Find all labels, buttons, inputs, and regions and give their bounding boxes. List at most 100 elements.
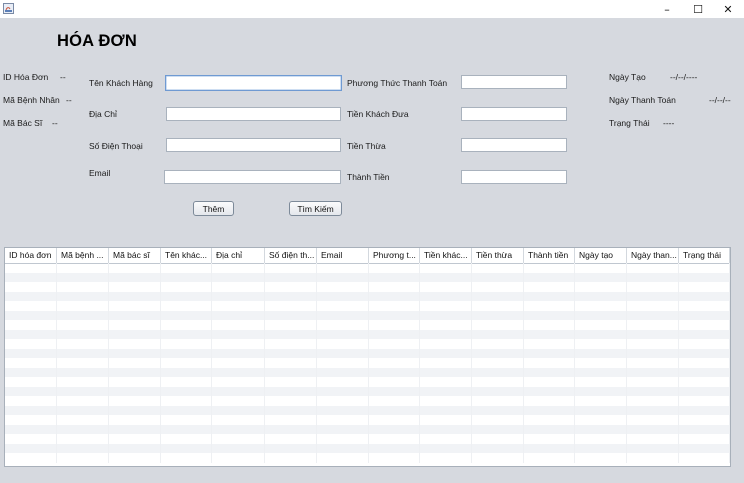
table-cell[interactable] (109, 377, 161, 387)
table-row[interactable] (5, 358, 730, 368)
table-cell[interactable] (472, 272, 524, 282)
table-cell[interactable] (627, 272, 679, 282)
table-cell[interactable] (265, 443, 317, 453)
column-header[interactable]: Mã bệnh ... (57, 248, 109, 263)
table-cell[interactable] (575, 339, 627, 349)
table-cell[interactable] (627, 291, 679, 301)
table-cell[interactable] (161, 272, 212, 282)
table-cell[interactable] (212, 320, 265, 330)
table-cell[interactable] (161, 348, 212, 358)
table-cell[interactable] (627, 310, 679, 320)
table-cell[interactable] (57, 263, 109, 273)
minimize-button[interactable]: – (652, 0, 682, 18)
table-cell[interactable] (679, 443, 730, 453)
table-cell[interactable] (420, 386, 472, 396)
table-cell[interactable] (420, 301, 472, 311)
table-cell[interactable] (679, 396, 730, 406)
table-cell[interactable] (57, 453, 109, 463)
table-cell[interactable] (317, 263, 369, 273)
table-cell[interactable] (575, 272, 627, 282)
table-cell[interactable] (265, 263, 317, 273)
table-cell[interactable] (265, 405, 317, 415)
table-cell[interactable] (109, 310, 161, 320)
table-row[interactable] (5, 424, 730, 434)
table-cell[interactable] (265, 301, 317, 311)
table-cell[interactable] (212, 386, 265, 396)
column-header[interactable]: ID hóa đơn (5, 248, 57, 263)
table-cell[interactable] (369, 272, 420, 282)
table-cell[interactable] (161, 367, 212, 377)
table-cell[interactable] (575, 291, 627, 301)
table-cell[interactable] (57, 301, 109, 311)
total-input[interactable] (461, 170, 567, 184)
table-cell[interactable] (57, 377, 109, 387)
table-row[interactable] (5, 320, 730, 330)
table-row[interactable] (5, 291, 730, 301)
table-cell[interactable] (265, 310, 317, 320)
table-cell[interactable] (369, 453, 420, 463)
table-cell[interactable] (575, 263, 627, 273)
table-cell[interactable] (161, 405, 212, 415)
table-cell[interactable] (265, 358, 317, 368)
table-cell[interactable] (524, 434, 575, 444)
table-cell[interactable] (369, 396, 420, 406)
table-cell[interactable] (472, 339, 524, 349)
table-cell[interactable] (265, 291, 317, 301)
close-button[interactable]: ✕ (713, 0, 743, 18)
table-cell[interactable] (679, 301, 730, 311)
table-cell[interactable] (627, 282, 679, 292)
change-input[interactable] (461, 138, 567, 152)
table-cell[interactable] (369, 415, 420, 425)
table-cell[interactable] (212, 348, 265, 358)
table-cell[interactable] (369, 358, 420, 368)
table-row[interactable] (5, 348, 730, 358)
table-cell[interactable] (161, 453, 212, 463)
table-cell[interactable] (679, 415, 730, 425)
table-cell[interactable] (575, 367, 627, 377)
table-cell[interactable] (265, 348, 317, 358)
table-cell[interactable] (5, 453, 57, 463)
table-cell[interactable] (212, 377, 265, 387)
table-row[interactable] (5, 453, 730, 463)
table-row[interactable] (5, 301, 730, 311)
table-cell[interactable] (109, 301, 161, 311)
phone-input[interactable] (166, 138, 341, 152)
table-cell[interactable] (472, 282, 524, 292)
table-cell[interactable] (5, 396, 57, 406)
table-cell[interactable] (420, 405, 472, 415)
maximize-button[interactable]: ☐ (683, 0, 713, 18)
table-cell[interactable] (109, 443, 161, 453)
table-cell[interactable] (679, 434, 730, 444)
column-header[interactable]: Tiền thừa (472, 248, 524, 263)
table-cell[interactable] (679, 424, 730, 434)
table-cell[interactable] (524, 415, 575, 425)
table-cell[interactable] (420, 453, 472, 463)
table-cell[interactable] (369, 291, 420, 301)
table-cell[interactable] (109, 358, 161, 368)
table-cell[interactable] (420, 443, 472, 453)
table-cell[interactable] (212, 453, 265, 463)
table-row[interactable] (5, 377, 730, 387)
table-row[interactable] (5, 263, 730, 273)
table-cell[interactable] (524, 263, 575, 273)
table-cell[interactable] (5, 367, 57, 377)
table-cell[interactable] (317, 339, 369, 349)
table-cell[interactable] (57, 443, 109, 453)
column-header[interactable]: Địa chỉ (212, 248, 265, 263)
table-cell[interactable] (524, 301, 575, 311)
table-cell[interactable] (161, 377, 212, 387)
table-cell[interactable] (420, 358, 472, 368)
column-header[interactable]: Trạng thái (679, 248, 730, 263)
column-header[interactable]: Số điện th... (265, 248, 317, 263)
table-cell[interactable] (161, 424, 212, 434)
search-button[interactable]: Tìm Kiếm (289, 201, 342, 216)
table-cell[interactable] (5, 386, 57, 396)
table-cell[interactable] (524, 339, 575, 349)
table-cell[interactable] (212, 301, 265, 311)
table-cell[interactable] (472, 301, 524, 311)
table-cell[interactable] (5, 301, 57, 311)
table-cell[interactable] (212, 434, 265, 444)
table-cell[interactable] (472, 348, 524, 358)
table-cell[interactable] (524, 396, 575, 406)
table-cell[interactable] (57, 424, 109, 434)
